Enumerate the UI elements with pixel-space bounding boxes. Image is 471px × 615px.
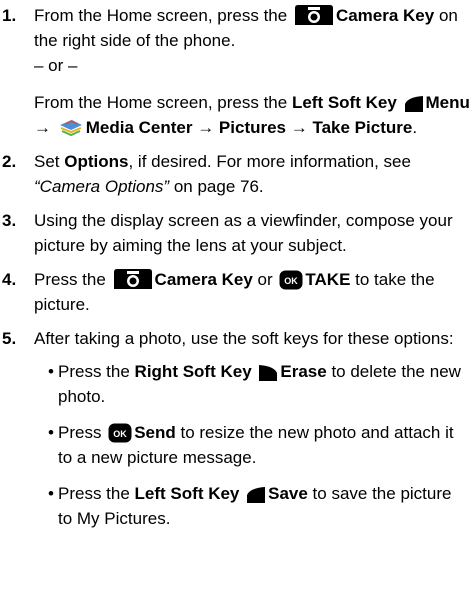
camera-key-icon: [294, 5, 333, 25]
step-1-alt-text: From the Home screen, press the Left Sof…: [34, 93, 470, 137]
step-3-text: Using the display screen as a viewfinder…: [34, 211, 453, 255]
step-5-text: After taking a photo, use the soft keys …: [34, 329, 454, 348]
ok-key-icon: OK: [279, 270, 303, 290]
step-1: 1. From the Home screen, press the Camer…: [0, 3, 470, 140]
step-number: 2.: [2, 152, 17, 171]
step-1-text: From the Home screen, press the Camera K…: [34, 5, 458, 50]
list-item: Press the Left Soft Key Save to save the…: [48, 481, 470, 531]
camera-key-icon: [113, 269, 152, 289]
step-number: 1.: [2, 6, 17, 25]
step-number: 5.: [2, 329, 17, 348]
step-2: 2. Set Options, if desired. For more inf…: [0, 149, 470, 199]
or-separator: – or –: [34, 56, 78, 75]
step-4-text: Press the Camera Key or OK TAKE to take t…: [34, 269, 435, 314]
right-soft-key-icon: [259, 365, 278, 381]
svg-text:OK: OK: [113, 429, 127, 439]
left-soft-key-icon: [404, 96, 423, 112]
ok-key-icon: OK: [108, 423, 132, 443]
step-3: 3. Using the display screen as a viewfin…: [0, 208, 470, 258]
list-item: Press the Right Soft Key Erase to delete…: [48, 359, 470, 409]
left-soft-key-icon: [247, 487, 266, 503]
media-center-icon: [59, 120, 82, 137]
options-list: Press the Right Soft Key Erase to delete…: [34, 359, 470, 531]
svg-text:OK: OK: [285, 276, 299, 286]
instructions-page: 1. From the Home screen, press the Camer…: [0, 3, 470, 542]
step-number: 3.: [2, 211, 17, 230]
camera-options-link[interactable]: “Camera Options”: [34, 177, 169, 196]
step-4: 4. Press the Camera Key or OK TAKE to tak…: [0, 267, 470, 317]
list-item: Press OKSend to resize the new photo and…: [48, 420, 470, 470]
step-5: 5. After taking a photo, use the soft ke…: [0, 326, 470, 531]
step-number: 4.: [2, 270, 17, 289]
step-2-text: Set Options, if desired. For more inform…: [34, 152, 411, 196]
